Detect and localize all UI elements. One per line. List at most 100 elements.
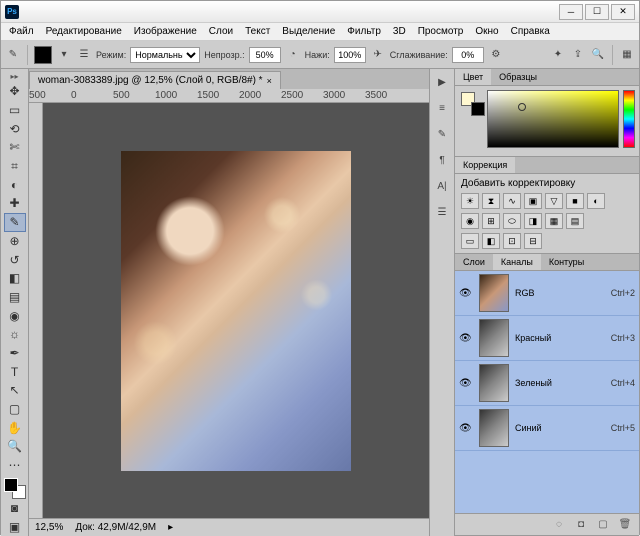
screen-mode-tool[interactable]: ▣: [4, 517, 26, 536]
adj-posterize-icon[interactable]: ▦: [545, 213, 563, 229]
canvas[interactable]: [43, 103, 429, 518]
workspace-icon[interactable]: ▦: [619, 47, 635, 63]
adj-selective-icon[interactable]: ◧: [482, 233, 500, 249]
tab-adjustments[interactable]: Коррекция: [455, 157, 515, 173]
quick-select-tool[interactable]: ✄: [4, 138, 26, 157]
tab-swatches[interactable]: Образцы: [491, 69, 545, 85]
ruler-horizontal[interactable]: 5000500100015002000250030003500: [29, 89, 429, 103]
path-tool[interactable]: ↖: [4, 381, 26, 400]
channel-row[interactable]: 👁RGBCtrl+2: [455, 271, 639, 316]
adj-channel-mixer-icon[interactable]: ⊞: [482, 213, 500, 229]
menu-изображение[interactable]: Изображение: [128, 24, 203, 39]
color-field[interactable]: [487, 90, 619, 148]
edit-toolbar-icon[interactable]: ⋯: [4, 456, 26, 475]
adj-photo-filter-icon[interactable]: ◉: [461, 213, 479, 229]
blend-mode-select[interactable]: Нормальный: [130, 47, 200, 63]
healing-tool[interactable]: ✚: [4, 194, 26, 213]
zoom-tool[interactable]: 🔍: [4, 437, 26, 456]
eraser-tool[interactable]: ◧: [4, 269, 26, 288]
history-icon[interactable]: ≡: [433, 99, 451, 117]
tab-close-icon[interactable]: ×: [267, 76, 272, 86]
adj-more1-icon[interactable]: ⊡: [503, 233, 521, 249]
adj-curves-icon[interactable]: ∿: [503, 193, 521, 209]
brush-settings-icon[interactable]: ▾: [56, 47, 72, 63]
menu-фильтр[interactable]: Фильтр: [341, 24, 387, 39]
character-icon[interactable]: A|: [433, 177, 451, 195]
channel-row[interactable]: 👁СинийCtrl+5: [455, 406, 639, 451]
adj-hue-icon[interactable]: ■: [566, 193, 584, 209]
share-icon[interactable]: ⇪: [570, 47, 586, 63]
status-arrow-icon[interactable]: ▸: [168, 522, 173, 533]
load-selection-icon[interactable]: ◌: [551, 518, 567, 532]
tab-paths[interactable]: Контуры: [541, 254, 592, 270]
menu-текст[interactable]: Текст: [239, 24, 276, 39]
move-tool[interactable]: ✥: [4, 82, 26, 101]
tab-color[interactable]: Цвет: [455, 69, 491, 85]
quick-mask-tool[interactable]: ◙: [4, 499, 26, 518]
menu-просмотр[interactable]: Просмотр: [412, 24, 470, 39]
adj-bw-icon[interactable]: ◐: [587, 193, 605, 209]
visibility-icon[interactable]: 👁: [459, 288, 473, 299]
delete-channel-icon[interactable]: 🗑: [617, 518, 633, 532]
adj-brightness-icon[interactable]: ☀: [461, 193, 479, 209]
channel-row[interactable]: 👁КрасныйCtrl+3: [455, 316, 639, 361]
pen-tool[interactable]: ✒: [4, 344, 26, 363]
tab-channels[interactable]: Каналы: [493, 254, 541, 270]
menu-редактирование[interactable]: Редактирование: [40, 24, 128, 39]
maximize-button[interactable]: ☐: [585, 4, 609, 20]
stamp-tool[interactable]: ⊕: [4, 232, 26, 251]
color-swatches[interactable]: [4, 478, 26, 499]
blur-tool[interactable]: ◉: [4, 306, 26, 325]
adj-exposure-icon[interactable]: ▣: [524, 193, 542, 209]
smoothing-input[interactable]: [452, 47, 484, 63]
flow-input[interactable]: [334, 47, 366, 63]
tool-preset-icon[interactable]: ✎: [5, 47, 21, 63]
history-brush-tool[interactable]: ↺: [4, 250, 26, 269]
opacity-input[interactable]: [249, 47, 281, 63]
menu-3d[interactable]: 3D: [387, 24, 412, 39]
save-selection-icon[interactable]: ◘: [573, 518, 589, 532]
brush-panel-icon[interactable]: ☰: [76, 47, 92, 63]
tab-layers[interactable]: Слои: [455, 254, 493, 270]
play-icon[interactable]: ▶: [433, 73, 451, 91]
close-button[interactable]: ✕: [611, 4, 635, 20]
adj-more2-icon[interactable]: ⊟: [524, 233, 542, 249]
zoom-level[interactable]: 12,5%: [35, 522, 63, 533]
smoothing-options-icon[interactable]: ⚙: [488, 47, 504, 63]
actions-icon[interactable]: ☰: [433, 203, 451, 221]
tools-collapse-icon[interactable]: ▸▸: [9, 71, 19, 82]
minimize-button[interactable]: ─: [559, 4, 583, 20]
marquee-tool[interactable]: ▭: [4, 101, 26, 120]
adj-gradient-map-icon[interactable]: ▭: [461, 233, 479, 249]
search-icon[interactable]: 🔍: [590, 47, 606, 63]
adj-levels-icon[interactable]: ⧗: [482, 193, 500, 209]
new-channel-icon[interactable]: ▢: [595, 518, 611, 532]
adj-threshold-icon[interactable]: ▤: [566, 213, 584, 229]
ruler-vertical[interactable]: [29, 103, 43, 518]
color-fg-bg[interactable]: [461, 92, 479, 110]
menu-окно[interactable]: Окно: [469, 24, 504, 39]
adj-color-lookup-icon[interactable]: ⬭: [503, 213, 521, 229]
lasso-tool[interactable]: ⟲: [4, 119, 26, 138]
symmetry-icon[interactable]: ✦: [550, 47, 566, 63]
channel-row[interactable]: 👁ЗеленыйCtrl+4: [455, 361, 639, 406]
type-tool[interactable]: T: [4, 362, 26, 381]
pressure-opacity-icon[interactable]: ◔: [285, 47, 301, 63]
airbrush-icon[interactable]: ✈: [370, 47, 386, 63]
shape-tool[interactable]: ▢: [4, 400, 26, 419]
eyedropper-tool[interactable]: ◐: [4, 175, 26, 194]
gradient-tool[interactable]: ▤: [4, 288, 26, 307]
visibility-icon[interactable]: 👁: [459, 378, 473, 389]
visibility-icon[interactable]: 👁: [459, 333, 473, 344]
menu-слои[interactable]: Слои: [203, 24, 239, 39]
menu-выделение[interactable]: Выделение: [276, 24, 341, 39]
dodge-tool[interactable]: ☼: [4, 325, 26, 344]
visibility-icon[interactable]: 👁: [459, 423, 473, 434]
crop-tool[interactable]: ⌗: [4, 157, 26, 176]
adj-invert-icon[interactable]: ◨: [524, 213, 542, 229]
document-tab[interactable]: woman-3083389.jpg @ 12,5% (Слой 0, RGB/8…: [29, 71, 281, 89]
hand-tool[interactable]: ✋: [4, 418, 26, 437]
brush-tool[interactable]: ✎: [4, 213, 26, 232]
menu-файл[interactable]: Файл: [3, 24, 40, 39]
hue-slider[interactable]: [623, 90, 635, 148]
